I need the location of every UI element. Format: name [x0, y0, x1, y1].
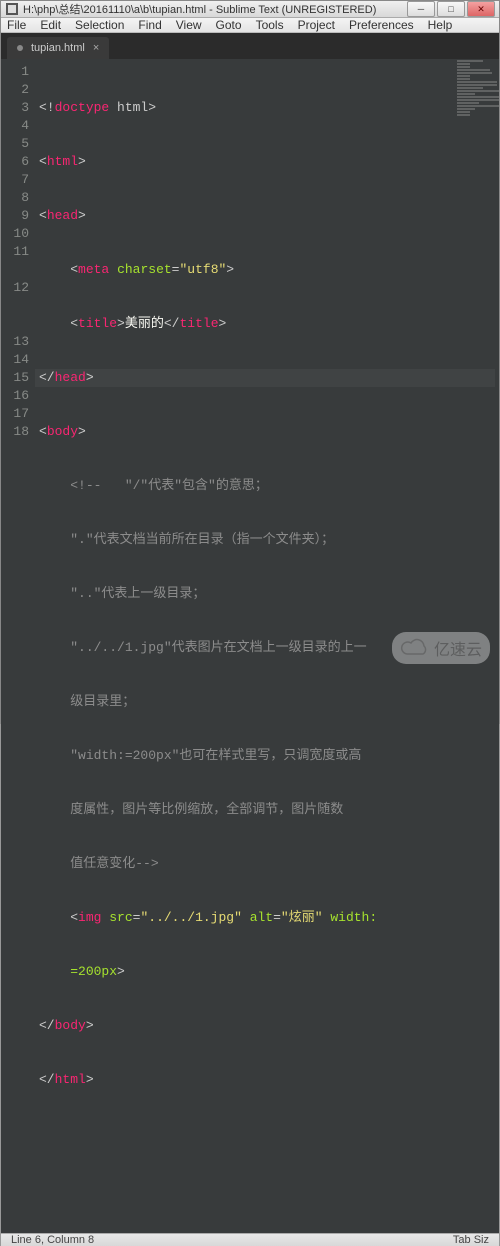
code-area[interactable]: <!doctype html> <html> <head> <meta char…: [35, 59, 499, 1233]
gutter: 1 2 3 4 5 6 7 8 9 10 11 12 13 14 15 16 1…: [1, 59, 35, 1233]
line-number: 11: [1, 243, 29, 261]
line-number: [1, 297, 29, 315]
menu-selection[interactable]: Selection: [75, 18, 124, 32]
code-line: ".."代表上一级目录；: [39, 585, 495, 603]
line-number: 5: [1, 135, 29, 153]
code-line: <html>: [39, 153, 495, 171]
line-number: [1, 261, 29, 279]
editor[interactable]: 1 2 3 4 5 6 7 8 9 10 11 12 13 14 15 16 1…: [1, 59, 499, 1233]
code-line: <!doctype html>: [39, 99, 495, 117]
maximize-button[interactable]: □: [437, 1, 465, 17]
line-number: 9: [1, 207, 29, 225]
statusbar: Line 6, Column 8 Tab Siz: [1, 1233, 499, 1246]
line-number: 7: [1, 171, 29, 189]
menu-project[interactable]: Project: [298, 18, 335, 32]
code-line-active: </head>: [35, 369, 495, 387]
code-line: </html>: [39, 1071, 495, 1089]
minimize-button[interactable]: ─: [407, 1, 435, 17]
line-number: 13: [1, 333, 29, 351]
line-number: 3: [1, 99, 29, 117]
code-line: 值任意变化-->: [39, 855, 495, 873]
status-tabsize[interactable]: Tab Siz: [453, 1234, 489, 1246]
line-number: 18: [1, 423, 29, 441]
titlebar: H:\php\总结\20161110\a\b\tupian.html - Sub…: [1, 1, 499, 18]
line-number: 1: [1, 63, 29, 81]
code-line: 度属性，图片等比例缩放，全部调节，图片随数: [39, 801, 495, 819]
tab-close-icon[interactable]: ×: [93, 42, 99, 54]
app-icon: [5, 2, 19, 16]
code-line: [39, 1179, 495, 1197]
menu-file[interactable]: File: [7, 18, 26, 32]
menu-edit[interactable]: Edit: [40, 18, 61, 32]
line-number: 15: [1, 369, 29, 387]
tab-tupian[interactable]: tupian.html ×: [7, 37, 109, 59]
tabbar: tupian.html ×: [1, 33, 499, 59]
status-position[interactable]: Line 6, Column 8: [11, 1234, 94, 1246]
line-number: 10: [1, 225, 29, 243]
code-line: </body>: [39, 1017, 495, 1035]
code-line: 级目录里；: [39, 693, 495, 711]
menu-find[interactable]: Find: [138, 18, 161, 32]
line-number: 8: [1, 189, 29, 207]
menubar: File Edit Selection Find View Goto Tools…: [1, 18, 499, 33]
line-number: 14: [1, 351, 29, 369]
menu-preferences[interactable]: Preferences: [349, 18, 414, 32]
window-title: H:\php\总结\20161110\a\b\tupian.html - Sub…: [23, 1, 407, 17]
code-line: <title>美丽的</title>: [39, 315, 495, 333]
code-line: "."代表文档当前所在目录（指一个文件夹）；: [39, 531, 495, 549]
code-line: [39, 1125, 495, 1143]
line-number: 4: [1, 117, 29, 135]
code-line: <!-- "/"代表"包含"的意思；: [39, 477, 495, 495]
close-button[interactable]: ✕: [467, 1, 495, 17]
app-window: H:\php\总结\20161110\a\b\tupian.html - Sub…: [0, 0, 500, 724]
menu-view[interactable]: View: [176, 18, 202, 32]
line-number: 2: [1, 81, 29, 99]
tab-dirty-icon: [17, 45, 23, 51]
line-number: 17: [1, 405, 29, 423]
window-buttons: ─ □ ✕: [407, 1, 495, 17]
menu-tools[interactable]: Tools: [256, 18, 284, 32]
code-line: <head>: [39, 207, 495, 225]
line-number: 12: [1, 279, 29, 297]
line-number: 16: [1, 387, 29, 405]
code-line: "../../1.jpg"代表图片在文档上一级目录的上一: [39, 639, 495, 657]
menu-help[interactable]: Help: [428, 18, 453, 32]
tab-label: tupian.html: [31, 42, 85, 54]
code-line: <meta charset="utf8">: [39, 261, 495, 279]
line-number: [1, 315, 29, 333]
menu-goto[interactable]: Goto: [216, 18, 242, 32]
code-line: "width:=200px"也可在样式里写，只调宽度或高: [39, 747, 495, 765]
code-line: =200px>: [39, 963, 495, 981]
line-number: 6: [1, 153, 29, 171]
code-line: <img src="../../1.jpg" alt="炫丽" width:: [39, 909, 495, 927]
code-line: <body>: [39, 423, 495, 441]
